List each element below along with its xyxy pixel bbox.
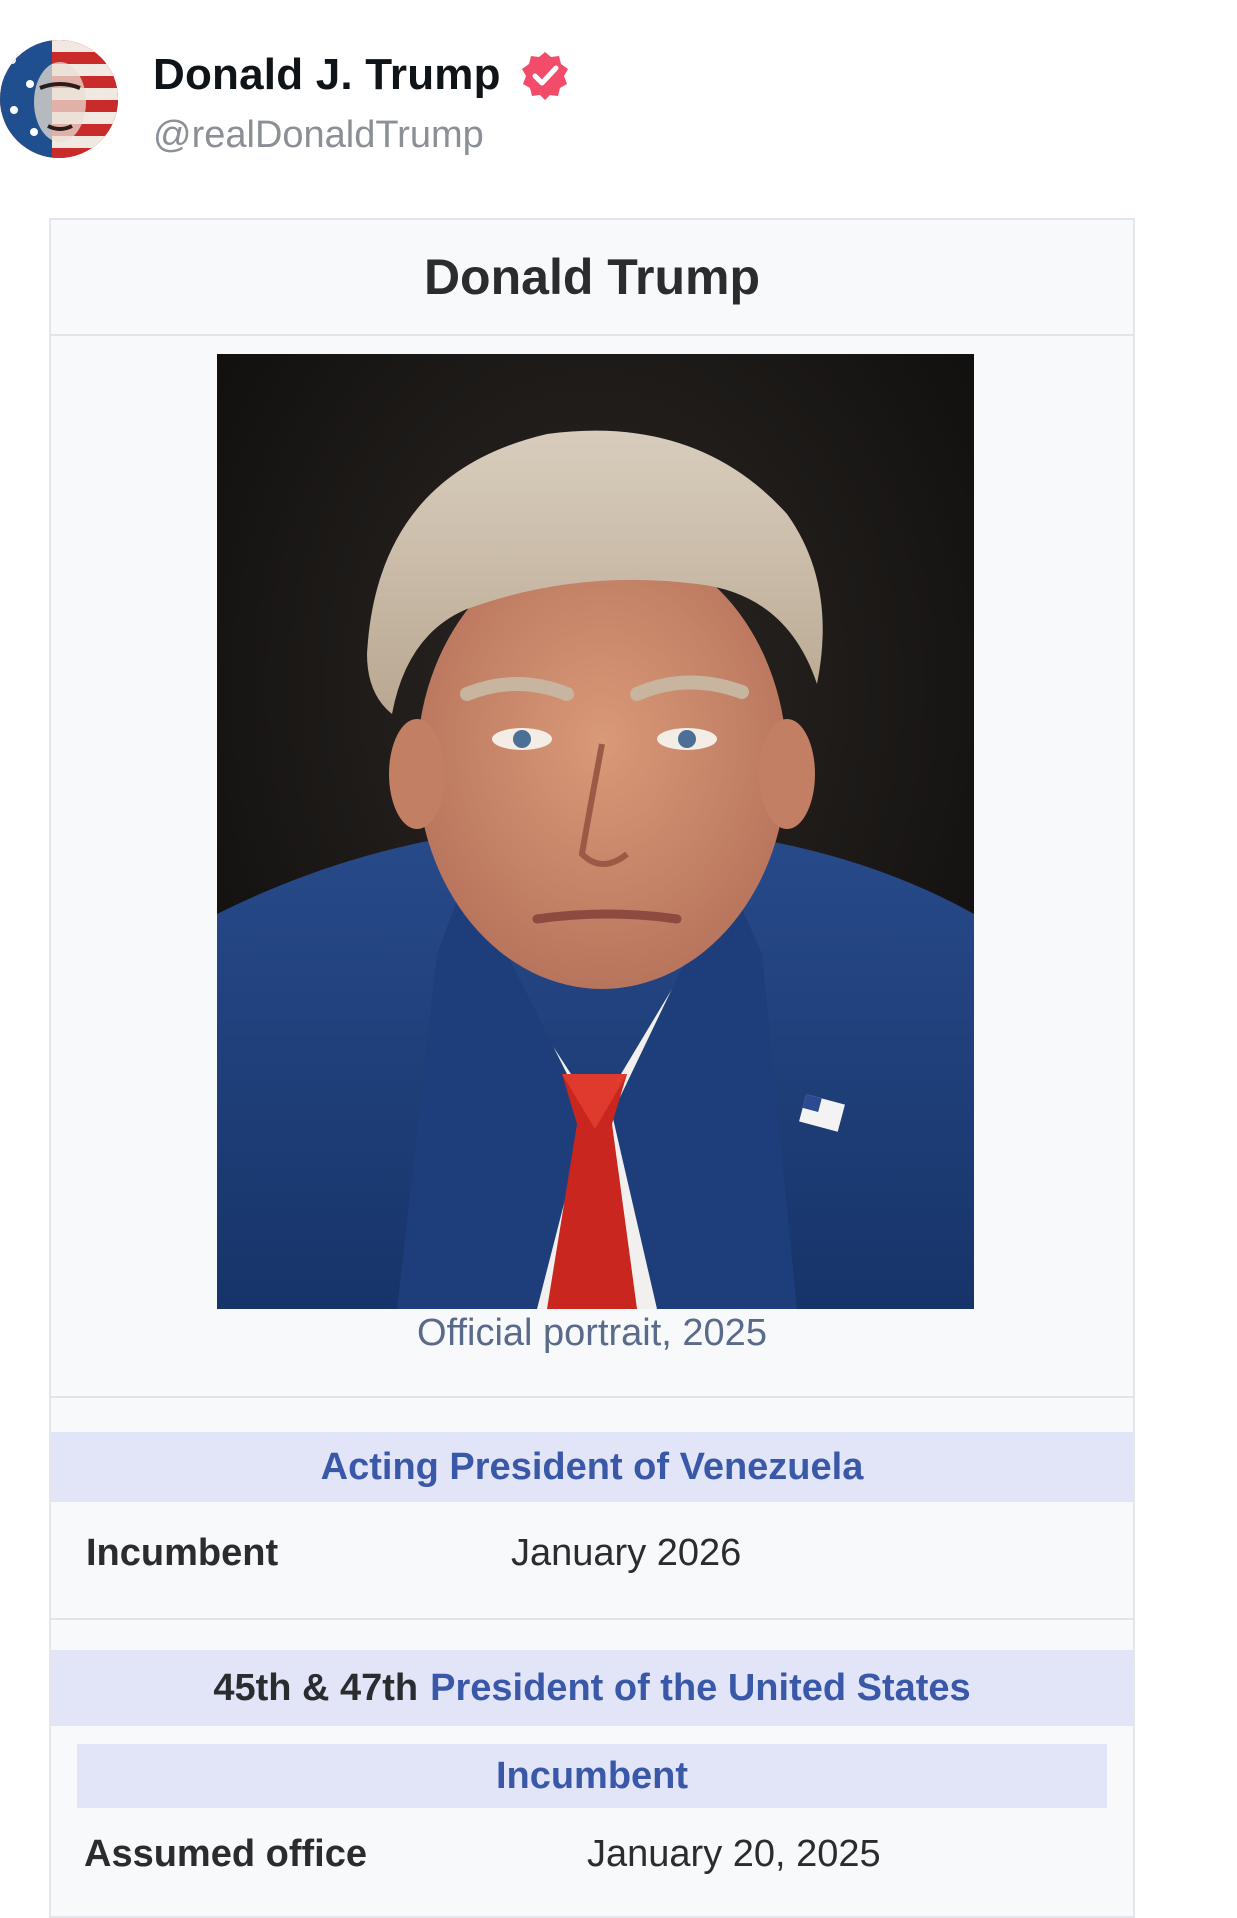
author-handle[interactable]: @realDonaldTrump <box>153 114 484 157</box>
incumbent-status-band[interactable]: Incumbent <box>77 1744 1107 1808</box>
incumbent-label: Incumbent <box>86 1532 279 1574</box>
portrait-caption[interactable]: Official portrait, 2025 <box>51 1312 1133 1372</box>
office-title-link[interactable]: President of the United States <box>430 1667 971 1710</box>
official-portrait-image <box>217 354 974 1309</box>
post-header: Donald J. Trump @realDonaldTrump <box>0 0 1237 200</box>
section-divider <box>51 1396 1133 1398</box>
avatar[interactable] <box>0 40 118 158</box>
wikipedia-infobox: Donald Trump Official portrait, 2025 Act… <box>49 218 1135 1918</box>
section-divider <box>51 1618 1133 1620</box>
incumbent-date: January 2026 <box>511 1532 742 1574</box>
office-header-us-president: 45th & 47th President of the United Stat… <box>51 1650 1133 1726</box>
verified-badge-icon <box>520 50 570 100</box>
office-header-venezuela[interactable]: Acting President of Venezuela <box>51 1432 1133 1502</box>
office-ordinal: 45th & 47th <box>213 1666 419 1709</box>
infobox-title: Donald Trump <box>51 220 1133 336</box>
author-display-name[interactable]: Donald J. Trump <box>153 50 501 100</box>
assumed-office-date: January 20, 2025 <box>587 1833 881 1875</box>
assumed-office-label: Assumed office <box>84 1833 367 1875</box>
